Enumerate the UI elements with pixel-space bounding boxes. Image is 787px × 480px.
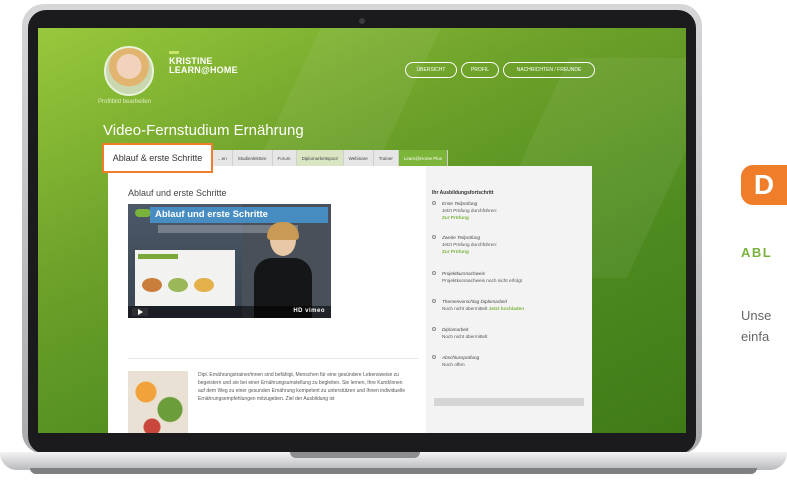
nav-profile-button[interactable]: PROFIL [461,62,499,78]
step-link[interactable]: Zur Prüfung [442,248,582,255]
step-circle-icon [432,299,436,303]
step-status: Noch nicht übermittelt [442,334,488,339]
step-status: Jetzt Prüfung durchführen: [442,208,498,213]
step-title: Abschlussprüfung [442,355,480,360]
page: Profilbild bearbeiten KRISTINE LEARN@HOM… [0,0,787,480]
hd-label[interactable]: HD [293,308,303,314]
progress-step: Projektkursnachweis Projektkursnachweis … [432,270,582,284]
tab-learnathome-plus[interactable]: Learn@Home Plus [398,150,448,166]
step-title: Projektkursnachweis [442,271,485,276]
section-title: Ablauf und erste Schritte [128,188,227,198]
step-circle-icon [432,271,436,275]
step-circle-icon [432,355,436,359]
nav-overview-button[interactable]: ÜBERSICHT [405,62,457,78]
step-title: Themenvorschlag Diplomarbeit [442,299,507,304]
section-heading: ABL [741,245,773,260]
video-controls: HD vimeo [128,306,331,318]
vimeo-label: vimeo [305,308,325,314]
camera-icon [359,18,365,24]
avatar[interactable] [104,46,154,96]
progress-sidebar: Ihr Ausbildungsfortschritt Erste Teilprü… [426,166,592,433]
video-food-image [168,278,188,292]
section-text-line: einfa [741,329,770,344]
video-presenter [248,222,318,318]
tab-forum[interactable]: Forum [272,150,297,166]
video-logo [135,209,151,217]
laptop-screen: Profilbild bearbeiten KRISTINE LEARN@HOM… [38,28,686,433]
video-food-image [194,278,214,292]
step-circle-icon [432,235,436,239]
tab-partial[interactable]: ...en [213,150,233,166]
brand-tag [169,51,179,54]
tab-diplomarbeitspool[interactable]: Diplomarbeitspool [296,150,344,166]
divider [128,358,418,359]
laptop-foot [30,468,757,474]
laptop-notch [290,452,420,458]
progress-step: Zweite Teilprüfung Jetzt Prüfung durchfü… [432,234,582,255]
vimeo-logo[interactable]: HD vimeo [293,308,325,314]
progress-bar [434,398,584,406]
progress-step: Erste Teilprüfung Jetzt Prüfung durchfüh… [432,200,582,221]
step-status-text: Noch nicht übermittelt [442,306,488,311]
step-title: Erste Teilprüfung [442,201,478,206]
main-content: Ablauf und erste Schritte Ablauf und ers… [108,166,592,433]
page-title: Video-Fernstudium Ernährung [103,122,304,139]
brand-line-2: LEARN@HOME [169,65,238,75]
step-status: Jetzt Prüfung durchführen: [442,242,498,247]
progress-step: Abschlussprüfung Noch offen [432,354,582,368]
video-player[interactable]: Ablauf und erste Schritte HD vimeo [128,204,331,318]
laptop-base [0,452,787,480]
tab-trainer[interactable]: Trainer [373,150,399,166]
section-text: Unse einfa [741,305,771,347]
step-link[interactable]: Jetzt hochladen [489,306,524,311]
video-overlay-title: Ablauf und erste Schritte [150,207,328,223]
brand-name: KRISTINE LEARN@HOME [169,57,238,75]
progress-step: Themenvorschlag Diplomarbeit Noch nicht … [432,298,582,312]
step-link[interactable]: Zur Prüfung [442,214,582,221]
step-status: Noch offen [442,362,465,367]
step-title: Zweite Teilprüfung [442,235,481,240]
nav-messages-button[interactable]: NACHRICHTEN / FREUNDE [503,62,595,78]
food-photo [128,371,188,433]
section-text-line: Unse [741,308,772,323]
tab-ablauf-active[interactable]: Ablauf & erste Schritte [102,143,213,173]
step-title: Diplomarbeit [442,327,469,332]
course-description: Dipl. Ernährungstrainer/innen sind befäh… [198,372,405,402]
play-icon[interactable] [132,308,148,316]
progress-step: Diplomarbeit Noch nicht übermittelt [432,326,582,340]
step-status: Projektkursnachweis noch nicht erfolgt [442,278,522,283]
tab-webinare[interactable]: Webinare [343,150,374,166]
video-food-image [142,278,162,292]
profile-edit-link[interactable]: Profilbild bearbeiten [98,99,151,105]
section-letter-badge: D [741,165,787,205]
tab-studienlektuere[interactable]: Studienlektüre [232,150,273,166]
video-slide-bar [138,254,178,259]
progress-title: Ihr Ausbildungsfortschritt [432,190,494,196]
step-status: Noch nicht übermittelt Jetzt hochladen [442,305,582,312]
presenter-hair [267,222,299,240]
step-circle-icon [432,327,436,331]
step-circle-icon [432,201,436,205]
